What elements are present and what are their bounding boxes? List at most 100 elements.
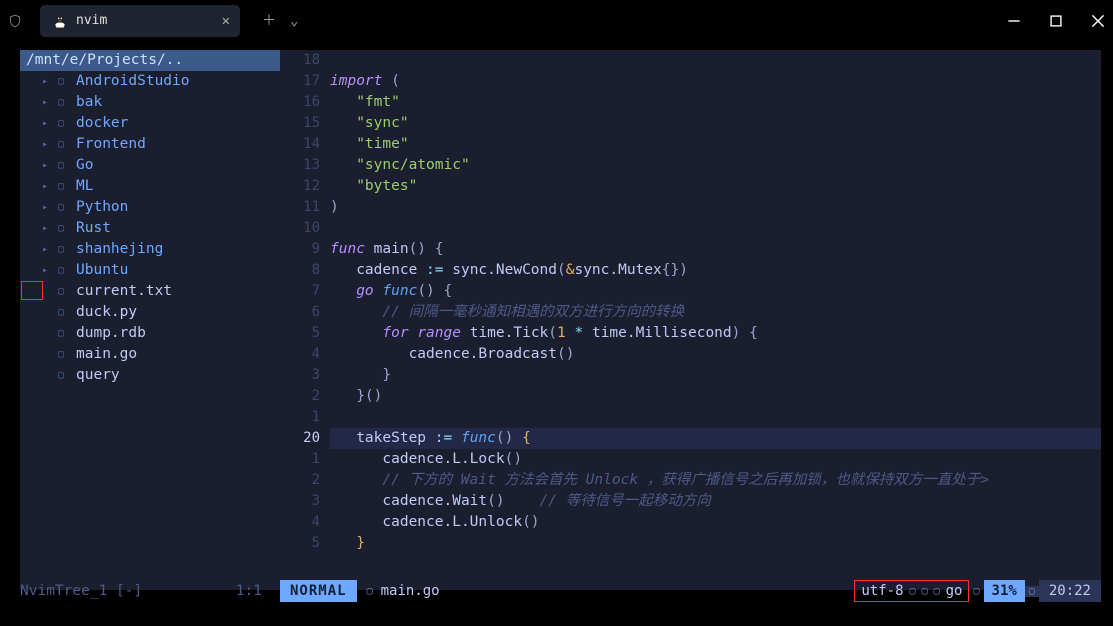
- file-icon: ▢: [58, 281, 70, 302]
- tree-folder[interactable]: ▸ ▢ AndroidStudio: [20, 71, 280, 92]
- code-line[interactable]: takeStep := func() {: [330, 428, 1101, 449]
- tree-folder[interactable]: ▸ ▢ Ubuntu: [20, 260, 280, 281]
- chevron-right-icon: ▸: [42, 239, 52, 260]
- chevron-right-icon: ▸: [42, 71, 52, 92]
- tree-folder[interactable]: ▸ ▢ Rust: [20, 218, 280, 239]
- code-line[interactable]: import (: [330, 71, 1101, 92]
- status-lang: go: [946, 583, 963, 599]
- code-body[interactable]: import ( "fmt" "sync" "time" "sync/atomi…: [330, 50, 1101, 590]
- folder-icon: ▢: [58, 218, 70, 239]
- tree-folder[interactable]: ▸ ▢ docker: [20, 113, 280, 134]
- code-line[interactable]: "sync": [330, 113, 1101, 134]
- window-close-icon[interactable]: [1091, 14, 1105, 28]
- workspace: /mnt/e/Projects/.. ▸▢AndroidStudio▸▢bak▸…: [20, 50, 1101, 590]
- tab-dropdown-icon[interactable]: ⌄: [290, 14, 298, 28]
- chevron-right-icon: ▸: [42, 260, 52, 281]
- tree-item-label: query: [76, 365, 120, 386]
- chevron-right-icon: ▸: [42, 176, 52, 197]
- tree-item-label: ML: [76, 176, 93, 197]
- code-line[interactable]: "fmt": [330, 92, 1101, 113]
- tree-file[interactable]: ▢duck.py: [20, 302, 280, 323]
- tree-item-label: docker: [76, 113, 128, 134]
- shield-icon: [8, 14, 22, 28]
- tree-folder[interactable]: ▸▢shanhejing: [20, 239, 280, 260]
- code-line[interactable]: func main() {: [330, 239, 1101, 260]
- tab-close-icon[interactable]: ✕: [222, 13, 230, 29]
- code-line[interactable]: "time": [330, 134, 1101, 155]
- code-line[interactable]: [330, 50, 1101, 71]
- chevron-right-icon: ▸: [42, 113, 52, 134]
- tree-item-label: Python: [76, 197, 128, 218]
- tree-file[interactable]: ▢query: [20, 365, 280, 386]
- folder-icon: ▢: [58, 155, 70, 176]
- folder-icon: ▢: [58, 92, 70, 113]
- tree-file[interactable]: ▢main.go: [20, 344, 280, 365]
- tree-folder[interactable]: ▸ ▢ ML: [20, 176, 280, 197]
- code-line[interactable]: // 间隔一毫秒通知相遇的双方进行方向的转换: [330, 302, 1101, 323]
- line-gutter: 1817161514131211109876543212012345: [280, 50, 330, 590]
- code-line[interactable]: cadence.Broadcast(): [330, 344, 1101, 365]
- tree-folder[interactable]: ▸ ▢ Python: [20, 197, 280, 218]
- window-titlebar: nvim ✕ ＋ ⌄: [0, 0, 1113, 41]
- tree-statusline: NvimTree_1 [-] 1:1: [20, 580, 280, 602]
- vim-mode-badge: NORMAL: [280, 580, 357, 602]
- code-line[interactable]: for range time.Tick(1 * time.Millisecond…: [330, 323, 1101, 344]
- tree-item-label: Frontend: [76, 134, 146, 155]
- code-line[interactable]: cadence.Wait() // 等待信号一起移动方向: [330, 491, 1101, 512]
- code-line[interactable]: go func() {: [330, 281, 1101, 302]
- status-percent: 31%: [984, 580, 1025, 602]
- tree-folder[interactable]: ▸ ▢ bak: [20, 92, 280, 113]
- code-line[interactable]: [330, 407, 1101, 428]
- status-encoding: utf-8: [861, 583, 903, 599]
- chevron-right-icon: ▸: [42, 92, 52, 113]
- folder-icon: ▢: [58, 113, 70, 134]
- code-editor[interactable]: 1817161514131211109876543212012345 impor…: [280, 50, 1101, 590]
- new-tab-icon[interactable]: ＋: [262, 14, 276, 28]
- code-line[interactable]: [330, 218, 1101, 239]
- folder-icon: ▢: [58, 71, 70, 92]
- code-line[interactable]: "bytes": [330, 176, 1101, 197]
- file-icon: ▢: [58, 323, 70, 344]
- code-line[interactable]: // 下方的 Wait 方法会首先 Unlock ，获得广播信号之后再加锁，也就…: [330, 470, 1101, 491]
- chevron-right-icon: ▸: [42, 155, 52, 176]
- code-line[interactable]: cadence := sync.NewCond(&sync.Mutex{}): [330, 260, 1101, 281]
- statusline: NORMAL ▢ main.go utf-8 ▢▢▢ go ▢ 31% ▢ 20…: [280, 580, 1101, 602]
- window-maximize-icon[interactable]: [1049, 14, 1063, 28]
- file-tree-path: /mnt/e/Projects/..: [20, 50, 280, 71]
- tree-item-label: Ubuntu: [76, 260, 128, 281]
- tux-icon: [52, 13, 68, 29]
- status-encoding-box: utf-8 ▢▢▢ go: [854, 580, 969, 602]
- tree-item-label: Go: [76, 155, 93, 176]
- tree-item-label: dump.rdb: [76, 323, 146, 344]
- file-icon: ▢: [58, 302, 70, 323]
- file-icon: ▢: [367, 586, 373, 597]
- folder-icon: ▢: [58, 176, 70, 197]
- status-time: 20:22: [1039, 580, 1101, 602]
- tree-folder[interactable]: ▸ ▢ Go: [20, 155, 280, 176]
- chevron-right-icon: ▸: [42, 134, 52, 155]
- folder-icon: ▢: [58, 197, 70, 218]
- tree-file[interactable]: ▢current.txt: [20, 281, 280, 302]
- tree-item-label: bak: [76, 92, 102, 113]
- tree-flags: [-]: [116, 583, 142, 599]
- file-icon: ▢: [58, 344, 70, 365]
- code-line[interactable]: }: [330, 533, 1101, 554]
- code-line[interactable]: "sync/atomic": [330, 155, 1101, 176]
- code-line[interactable]: }(): [330, 386, 1101, 407]
- code-line[interactable]: cadence.L.Lock(): [330, 449, 1101, 470]
- chevron-right-icon: ▸: [42, 218, 52, 239]
- tree-folder[interactable]: ▸▢Frontend: [20, 134, 280, 155]
- window-minimize-icon[interactable]: [1007, 14, 1021, 28]
- tree-item-label: Rust: [76, 218, 111, 239]
- tree-item-label: AndroidStudio: [76, 71, 190, 92]
- folder-icon: ▢: [58, 260, 70, 281]
- code-line[interactable]: ): [330, 197, 1101, 218]
- terminal-tab[interactable]: nvim ✕: [40, 5, 240, 37]
- folder-icon: ▢: [58, 239, 70, 260]
- code-line[interactable]: cadence.L.Unlock(): [330, 512, 1101, 533]
- tree-file[interactable]: ▢ dump.rdb: [20, 323, 280, 344]
- chevron-right-icon: ▸: [42, 197, 52, 218]
- code-line[interactable]: }: [330, 365, 1101, 386]
- tree-buffer-name: NvimTree_1: [20, 583, 107, 599]
- file-tree[interactable]: /mnt/e/Projects/.. ▸▢AndroidStudio▸▢bak▸…: [20, 50, 280, 590]
